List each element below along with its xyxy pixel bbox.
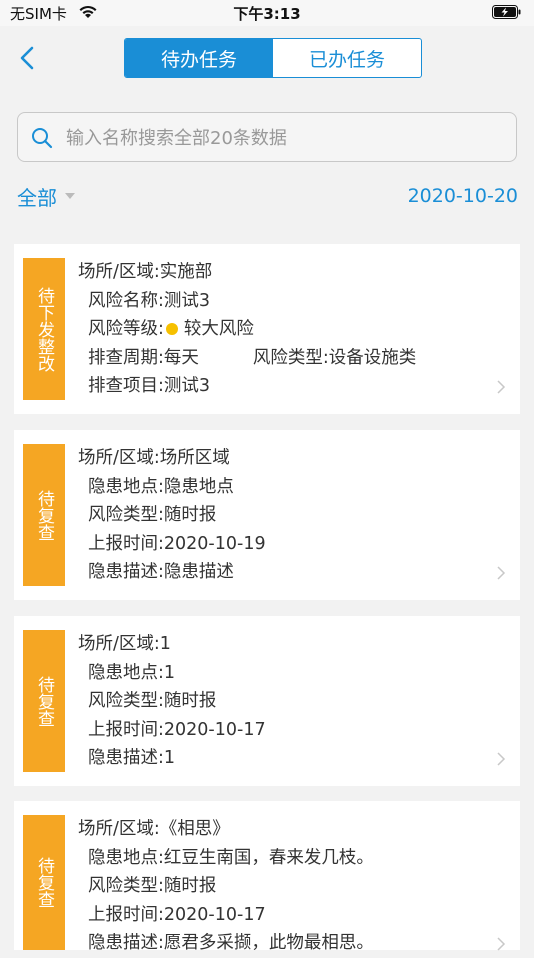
card-check-item: 排查项目:测试3 (88, 376, 211, 396)
card-risk-type: 风险类型:随时报 (88, 876, 217, 896)
card-cycle-type-row: 排查周期:每天 风险类型:设备设施类 (78, 344, 490, 373)
search-box (17, 112, 517, 163)
card-area: 场所/区域:1 (78, 634, 171, 654)
status-tag-label: 待复查 (34, 857, 54, 908)
back-icon[interactable] (14, 44, 42, 72)
card-location: 隐患地点:1 (88, 662, 176, 683)
status-tag: 待复查 (23, 630, 65, 772)
tab-pending-tasks[interactable]: 待办任务 (125, 39, 273, 77)
card-risk-type: 风险类型:设备设施类 (252, 347, 417, 368)
task-tab-switch: 待办任务 已办任务 (124, 38, 422, 78)
card-area: 场所/区域:《相思》 (78, 819, 230, 839)
card-location: 隐患地点:隐患地点 (88, 476, 234, 497)
risk-level-value: 较大风险 (183, 319, 254, 339)
tab-completed-tasks[interactable]: 已办任务 (273, 39, 421, 77)
task-card[interactable]: 待复查 场所/区域:《相思》 隐患地点:红豆生南国，春来发几枝。 风险类型:随时… (14, 801, 520, 953)
task-card[interactable]: 待复查 场所/区域:1 隐患地点:1 风险类型:随时报 上报时间:2020-10… (14, 616, 520, 786)
card-area: 场所/区域:场所区域 (78, 448, 230, 468)
task-card[interactable]: 待复查 场所/区域:场所区域 隐患地点:隐患地点 风险类型:随时报 上报时间:2… (14, 430, 520, 600)
status-tag-label: 待复查 (34, 489, 54, 541)
status-tag-label: 待复查 (34, 675, 54, 727)
nav-bar: 待办任务 已办任务 (0, 26, 534, 92)
card-check-cycle: 排查周期:每天 (88, 347, 199, 368)
caret-down-icon (65, 193, 75, 199)
filter-selected-label: 全部 (17, 185, 57, 210)
card-risk-name: 风险名称:测试3 (88, 290, 211, 311)
card-report-time: 上报时间:2020-10-19 (88, 533, 266, 554)
risk-level-dot-icon (165, 323, 178, 335)
chevron-right-icon (497, 380, 506, 394)
status-bar: 无SIM卡 下午3:13 (0, 0, 534, 26)
battery-charging-icon (492, 5, 521, 19)
status-tag: 待复查 (23, 444, 65, 586)
card-report-time: 上报时间:2020-10-17 (88, 719, 266, 740)
status-tag-label: 待下发整改 (34, 286, 54, 372)
risk-level-label: 风险等级: (88, 319, 164, 339)
card-description: 隐患描述:1 (88, 748, 176, 768)
card-risk-type: 风险类型:随时报 (88, 691, 217, 711)
task-card[interactable]: 待下发整改 场所/区域:实施部 风险名称:测试3 风险等级: 较大风险 排查周期:… (14, 244, 520, 414)
status-time: 下午3:13 (233, 5, 301, 23)
card-description: 隐患描述:隐患描述 (88, 562, 234, 582)
search-icon (32, 128, 53, 149)
status-tag: 待下发整改 (23, 258, 65, 400)
card-risk-type: 风险类型:随时报 (88, 505, 217, 525)
card-report-time: 上报时间:2020-10-17 (88, 904, 266, 925)
filter-dropdown[interactable]: 全部 (17, 180, 75, 212)
chevron-right-icon (497, 566, 506, 580)
card-description: 隐患描述:愿君多采撷，此物最相思。 (88, 933, 374, 953)
card-location: 隐患地点:红豆生南国，春来发几枝。 (88, 847, 374, 868)
card-risk-level: 风险等级: 较大风险 (78, 315, 490, 344)
chevron-right-icon (497, 752, 506, 766)
card-area: 场所/区域:实施部 (78, 262, 213, 282)
search-input[interactable] (64, 113, 508, 163)
date-picker[interactable]: 2020-10-20 (408, 180, 518, 212)
status-tag: 待复查 (23, 815, 65, 950)
